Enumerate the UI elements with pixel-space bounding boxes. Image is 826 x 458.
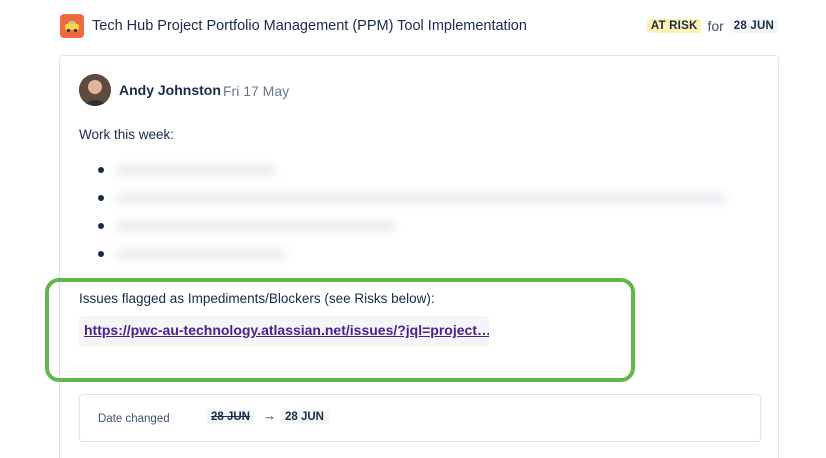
arrow-right-icon: → bbox=[263, 408, 276, 423]
avatar[interactable] bbox=[79, 74, 111, 106]
list-item bbox=[98, 184, 726, 212]
update-date: Fri 17 May bbox=[223, 83, 290, 99]
status-badge: AT RISK bbox=[646, 19, 702, 33]
redacted-text bbox=[116, 219, 396, 233]
new-date-badge: 28 JUN bbox=[280, 410, 329, 424]
bullet-dot bbox=[98, 251, 104, 257]
target-date-badge: 28 JUN bbox=[729, 19, 778, 33]
date-change-box: Date changed 28 JUN → 28 JUN bbox=[79, 394, 761, 442]
work-list bbox=[98, 156, 726, 268]
bullet-dot bbox=[98, 223, 104, 229]
redacted-text bbox=[116, 191, 726, 205]
project-title[interactable]: Tech Hub Project Portfolio Management (P… bbox=[92, 18, 647, 34]
author-name[interactable]: Andy Johnston bbox=[119, 82, 221, 98]
bullet-dot bbox=[98, 195, 104, 201]
update-card: Andy Johnston Fri 17 May Work this week:… bbox=[59, 55, 779, 458]
highlight-annotation bbox=[45, 278, 635, 382]
redacted-text bbox=[116, 247, 286, 261]
bullet-dot bbox=[98, 167, 104, 173]
project-status: AT RISK for 28 JUN bbox=[646, 18, 778, 34]
date-changed-label: Date changed bbox=[98, 413, 170, 425]
work-heading: Work this week: bbox=[79, 127, 175, 142]
list-item bbox=[98, 240, 726, 268]
list-item bbox=[98, 156, 726, 184]
for-label: for bbox=[707, 18, 724, 34]
list-item bbox=[98, 212, 726, 240]
redacted-text bbox=[116, 163, 276, 177]
old-date-badge: 28 JUN bbox=[207, 410, 254, 424]
project-header: Tech Hub Project Portfolio Management (P… bbox=[60, 13, 778, 39]
taxi-icon[interactable] bbox=[60, 14, 84, 38]
